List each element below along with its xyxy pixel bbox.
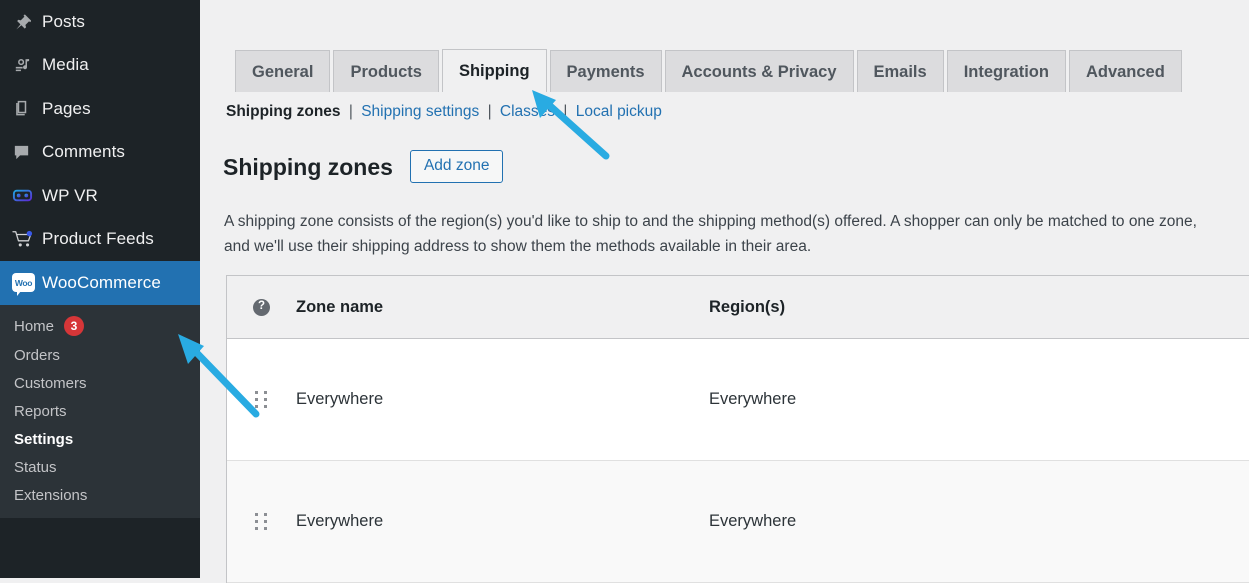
sidebar-item-label: Posts <box>42 12 85 32</box>
cell-zone-name: Everywhere <box>296 512 709 531</box>
cell-regions: Everywhere <box>709 512 1249 531</box>
submenu-label: Reports <box>14 403 67 420</box>
page-title: Shipping zones <box>223 152 393 182</box>
submenu-label: Orders <box>14 347 60 364</box>
submenu-label: Status <box>14 459 57 476</box>
shipping-zones-description: A shipping zone consists of the region(s… <box>224 209 1214 259</box>
vr-goggles-icon <box>12 185 42 206</box>
pages-icon <box>12 99 42 118</box>
shipping-zones-table: ? Zone name Region(s) Everywhere Everywh… <box>226 275 1249 583</box>
tab-advanced[interactable]: Advanced <box>1069 50 1182 92</box>
tab-general[interactable]: General <box>235 50 330 92</box>
woocommerce-logo-icon: Woo <box>12 273 42 292</box>
cell-regions: Everywhere <box>709 390 1249 409</box>
sidebar-item-status[interactable]: Status <box>0 454 200 482</box>
table-header-help-cell: ? <box>227 299 296 316</box>
sidebar-item-label: WP VR <box>42 186 98 206</box>
pin-icon <box>12 12 42 31</box>
woocommerce-shipping-zones-screen: Posts Media Pages Comments <box>0 0 1249 578</box>
table-row[interactable]: Everywhere Everywhere <box>227 339 1249 461</box>
row-drag-cell <box>227 513 296 531</box>
tab-shipping[interactable]: Shipping <box>442 49 547 92</box>
cell-zone-name: Everywhere <box>296 390 709 409</box>
tab-emails[interactable]: Emails <box>857 50 944 92</box>
shipping-subnav: Shipping zones | Shipping settings | Cla… <box>226 103 662 121</box>
sidebar-item-label: WooCommerce <box>42 273 161 293</box>
subnav-link-shipping-settings[interactable]: Shipping settings <box>361 103 479 120</box>
row-drag-cell <box>227 391 296 409</box>
sidebar-item-extensions[interactable]: Extensions <box>0 482 200 510</box>
table-row[interactable]: Everywhere Everywhere <box>227 461 1249 583</box>
subnav-separator: | <box>559 103 571 120</box>
subnav-separator: | <box>345 103 357 120</box>
sidebar-item-settings[interactable]: Settings <box>0 426 200 454</box>
sidebar-item-posts[interactable]: Posts <box>0 0 200 44</box>
sidebar-item-product-feeds[interactable]: Product Feeds <box>0 218 200 262</box>
sidebar-item-label: Comments <box>42 142 125 162</box>
tab-accounts-privacy[interactable]: Accounts & Privacy <box>665 50 854 92</box>
subnav-current-shipping-zones: Shipping zones <box>226 103 341 120</box>
subnav-separator: | <box>484 103 496 120</box>
subnav-link-classes[interactable]: Classes <box>500 103 555 120</box>
media-icon <box>12 56 42 75</box>
settings-content: General Products Shipping Payments Accou… <box>200 0 1249 578</box>
table-header-row: ? Zone name Region(s) <box>227 276 1249 339</box>
column-header-regions: Region(s) <box>709 298 1249 317</box>
sidebar-item-customers[interactable]: Customers <box>0 370 200 398</box>
sidebar-item-label: Product Feeds <box>42 229 154 249</box>
settings-tab-bar: General Products Shipping Payments Accou… <box>235 47 1185 92</box>
woocommerce-submenu: Home 3 Orders Customers Reports Settings… <box>0 305 200 518</box>
sidebar-item-wp-vr[interactable]: WP VR <box>0 174 200 218</box>
help-icon[interactable]: ? <box>253 299 270 316</box>
sidebar-item-media[interactable]: Media <box>0 44 200 88</box>
tab-products[interactable]: Products <box>333 50 439 92</box>
drag-handle-icon[interactable] <box>255 391 268 409</box>
submenu-label: Customers <box>14 375 87 392</box>
submenu-label: Settings <box>14 431 73 448</box>
tab-payments[interactable]: Payments <box>550 50 662 92</box>
submenu-label: Extensions <box>14 487 87 504</box>
submenu-label: Home <box>14 318 54 335</box>
sidebar-item-home[interactable]: Home 3 <box>0 311 200 342</box>
subnav-link-local-pickup[interactable]: Local pickup <box>576 103 662 120</box>
sidebar-item-woocommerce[interactable]: Woo WooCommerce <box>0 261 200 305</box>
shopping-cart-icon <box>12 229 42 249</box>
sidebar-item-label: Pages <box>42 99 91 119</box>
sidebar-item-label: Media <box>42 55 89 75</box>
comments-icon <box>12 143 42 162</box>
page-heading-row: Shipping zones Add zone <box>223 150 503 183</box>
sidebar-item-comments[interactable]: Comments <box>0 131 200 175</box>
drag-handle-icon[interactable] <box>255 513 268 531</box>
admin-sidebar: Posts Media Pages Comments <box>0 0 200 578</box>
sidebar-item-reports[interactable]: Reports <box>0 398 200 426</box>
home-notification-badge: 3 <box>64 316 84 336</box>
tab-integration[interactable]: Integration <box>947 50 1066 92</box>
column-header-zone-name: Zone name <box>296 298 709 317</box>
sidebar-item-pages[interactable]: Pages <box>0 87 200 131</box>
sidebar-item-orders[interactable]: Orders <box>0 342 200 370</box>
add-zone-button[interactable]: Add zone <box>410 150 504 183</box>
